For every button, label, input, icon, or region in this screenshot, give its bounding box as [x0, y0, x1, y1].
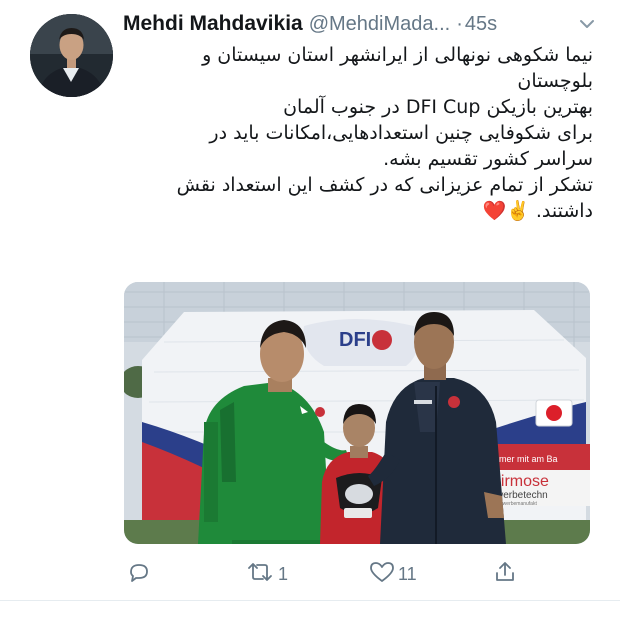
heart-icon [369, 560, 395, 588]
tweet-text-line: داشتند. ✌️❤️ [482, 200, 594, 222]
chevron-down-icon[interactable] [577, 14, 597, 34]
avatar[interactable] [30, 14, 113, 97]
like-button[interactable]: 11 [369, 558, 417, 590]
like-count: 11 [398, 563, 417, 584]
tweet-text-line: تشکر از تمام عزیزانی که در کشف این استعد… [176, 174, 593, 196]
separator-dot: · [456, 12, 463, 35]
avatar-image [30, 14, 113, 97]
tweet-photo[interactable]: DFI Immer mit am Ba birmose werbetechn d… [124, 282, 590, 544]
sign-text-3: werbetechn [495, 490, 548, 501]
tweet-card[interactable]: Mehdi Mahdavikia @MehdiMada... · 45s نیم… [0, 0, 620, 618]
reply-button[interactable] [127, 558, 154, 590]
tweet-actions: 1 11 [125, 558, 525, 590]
tweet-text-line: بلوچستان [517, 70, 593, 92]
retweet-count: 1 [278, 563, 289, 584]
author-name[interactable]: Mehdi Mahdavikia [123, 12, 303, 36]
author-handle[interactable]: @MehdiMada... [309, 13, 450, 36]
tweet-text-line: برای شکوفایی چنین استعدادهایی،امکانات با… [209, 122, 593, 144]
retweet-button[interactable]: 1 [245, 558, 288, 590]
reply-icon [127, 560, 151, 588]
tweet-header: Mehdi Mahdavikia @MehdiMada... · 45s [123, 10, 603, 38]
retweet-icon [245, 560, 275, 588]
divider [0, 600, 620, 601]
tweet-text-line: سراسر کشور تقسیم بشه. [383, 148, 593, 170]
tweet-text-line: بهترین بازیکن DFI Cup در جنوب آلمان [283, 96, 593, 118]
tweet-text: نیما شکوهی نونهالی از ایرانشهر استان سیس… [125, 42, 593, 224]
share-icon [493, 560, 517, 588]
share-button[interactable] [493, 558, 517, 590]
timestamp[interactable]: 45s [465, 13, 497, 36]
photo-image: DFI Immer mit am Ba birmose werbetechn d… [124, 282, 590, 544]
banner-logo-text: DFI [339, 329, 371, 351]
tweet-text-line: نیما شکوهی نونهالی از ایرانشهر استان سیس… [202, 44, 593, 66]
